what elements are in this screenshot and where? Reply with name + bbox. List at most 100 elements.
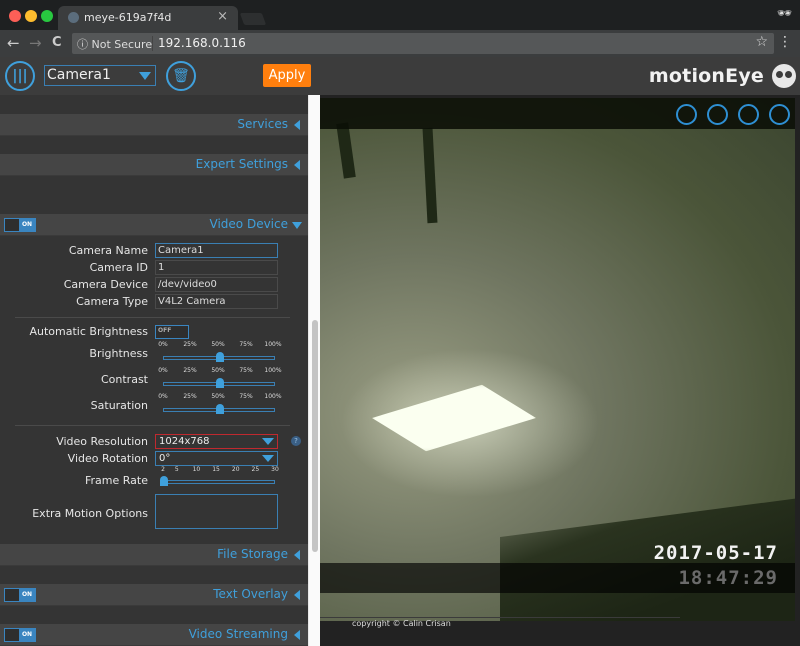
slider-tick-label: 50% <box>211 341 225 348</box>
auto-brightness-toggle[interactable]: OFF <box>155 325 189 339</box>
slider-tick-label: 15 <box>212 466 220 473</box>
section-text-overlay[interactable]: ON Text Overlay <box>0 584 308 606</box>
delete-camera-button[interactable]: 🗑 <box>166 61 196 91</box>
frame-rate-slider[interactable] <box>160 476 275 486</box>
text-overlay-toggle[interactable]: ON <box>4 588 36 602</box>
slider-tick-label: 30 <box>271 466 279 473</box>
section-video-streaming[interactable]: ON Video Streaming <box>0 624 308 646</box>
scrollbar-thumb[interactable] <box>312 320 318 552</box>
chevron-left-icon <box>294 630 300 640</box>
camera-select[interactable]: Camera1 <box>44 65 156 86</box>
section-title: File Storage <box>217 547 288 561</box>
brightness-ticks: 0% 25% 50% 75% 100% <box>157 341 282 350</box>
contrast-slider[interactable] <box>163 378 275 388</box>
apply-button[interactable]: Apply <box>263 64 311 87</box>
reload-icon[interactable]: C <box>52 35 62 50</box>
help-icon[interactable]: ? <box>291 436 301 446</box>
url-text[interactable]: 192.168.0.116 <box>158 36 246 50</box>
toggle-off-label: OFF <box>158 327 172 334</box>
video-rotation-label: Video Rotation <box>67 452 148 465</box>
section-expert-settings[interactable]: Expert Settings <box>0 154 308 176</box>
chevron-left-icon <box>294 120 300 130</box>
chevron-down-icon <box>262 438 274 445</box>
slider-thumb[interactable] <box>216 378 224 388</box>
slider-tick-label: 100% <box>264 341 282 348</box>
browser-tab[interactable]: meye-619a7f4d × <box>58 6 238 30</box>
section-video-device[interactable]: ON Video Device <box>0 214 308 236</box>
minimize-window-button[interactable] <box>25 10 37 22</box>
browser-toolbar: ← → C ⓘ Not Secure 192.168.0.116 ☆ ⋮ <box>0 30 800 57</box>
slider-tick-label: 0% <box>158 393 168 400</box>
video-rotation-value: 0° <box>159 453 171 464</box>
extra-motion-options-textarea[interactable] <box>155 494 278 529</box>
brightness-slider[interactable] <box>163 352 275 362</box>
menu-bars-icon: ||| <box>12 68 28 84</box>
settings-scrollbar[interactable] <box>308 95 320 646</box>
slider-tick-label: 0% <box>158 341 168 348</box>
camera-overlay-bar <box>320 98 795 129</box>
saturation-ticks: 0% 25% 50% 75% 100% <box>157 393 281 402</box>
omnibox-divider <box>152 36 153 51</box>
video-rotation-select[interactable]: 0° <box>155 451 278 466</box>
slider-thumb[interactable] <box>160 476 168 486</box>
owl-logo-icon <box>772 64 796 88</box>
camera-name-label: Camera Name <box>68 244 148 257</box>
fullscreen-icon[interactable] <box>676 104 697 125</box>
trash-icon: 🗑 <box>172 68 190 84</box>
security-indicator[interactable]: ⓘ Not Secure <box>77 36 152 52</box>
slider-tick-label: 75% <box>239 367 253 374</box>
frame-rate-ticks: 2 5 10 15 20 25 30 <box>157 466 279 475</box>
chevron-down-icon <box>262 455 274 462</box>
osd-time: 18:47:29 <box>678 567 778 589</box>
camera-type-field: V4L2 Camera <box>155 294 278 309</box>
video-resolution-select[interactable]: 1024x768 <box>155 434 278 449</box>
frame-rate-label: Frame Rate <box>85 474 148 487</box>
main-menu-button[interactable]: ||| <box>5 61 35 91</box>
wrench-icon[interactable] <box>769 104 790 125</box>
osd-date: 2017-05-17 <box>653 542 778 564</box>
video-streaming-toggle[interactable]: ON <box>4 628 36 642</box>
section-services[interactable]: Services <box>0 114 308 136</box>
camera-id-field: 1 <box>155 260 278 275</box>
forward-icon[interactable]: → <box>29 34 42 52</box>
settings-list: Services Expert Settings ON Video Device… <box>0 95 308 646</box>
maximize-window-button[interactable] <box>41 10 53 22</box>
address-bar[interactable]: ⓘ Not Secure 192.168.0.116 ☆ <box>72 33 774 54</box>
back-icon[interactable]: ← <box>7 34 20 52</box>
slider-tick-label: 5 <box>174 466 179 473</box>
slider-tick-label: 75% <box>239 393 253 400</box>
camera-name-input[interactable]: Camera1 <box>155 243 278 258</box>
camera-pane: motionEye 2017-05-17 18:47:29 copyright … <box>320 57 800 646</box>
section-title: Video Streaming <box>188 627 288 641</box>
brand-logo-text: motionEye <box>648 65 764 87</box>
settings-header: ||| Camera1 🗑 Apply <box>0 57 320 95</box>
section-title: Expert Settings <box>195 157 288 171</box>
section-title: Services <box>237 117 288 131</box>
tab-title: meye-619a7f4d <box>84 11 172 24</box>
play-icon[interactable] <box>738 104 759 125</box>
tab-close-icon[interactable]: × <box>217 9 228 24</box>
slider-tick-label: 100% <box>264 367 282 374</box>
slider-tick-label: 0% <box>158 367 168 374</box>
close-window-button[interactable] <box>9 10 21 22</box>
video-resolution-label: Video Resolution <box>56 435 148 448</box>
section-title: Video Device <box>209 217 288 231</box>
video-device-toggle[interactable]: ON <box>4 218 36 232</box>
camera-frame[interactable]: 2017-05-17 18:47:29 <box>320 98 795 621</box>
bookmark-star-icon[interactable]: ☆ <box>755 34 768 50</box>
slider-thumb[interactable] <box>216 352 224 362</box>
camera-id-label: Camera ID <box>89 261 148 274</box>
chevron-left-icon <box>294 590 300 600</box>
divider <box>15 317 290 318</box>
new-tab-button[interactable] <box>239 13 267 25</box>
contrast-label: Contrast <box>100 373 148 386</box>
incognito-icon: 🕶 <box>776 6 792 20</box>
toggle-on-label: ON <box>19 589 35 601</box>
saturation-slider[interactable] <box>163 404 275 414</box>
pictures-icon[interactable] <box>707 104 728 125</box>
slider-tick-label: 10 <box>192 466 201 473</box>
brand-header: motionEye <box>320 57 800 95</box>
slider-thumb[interactable] <box>216 404 224 414</box>
section-file-storage[interactable]: File Storage <box>0 544 308 566</box>
browser-menu-icon[interactable]: ⋮ <box>778 34 792 50</box>
